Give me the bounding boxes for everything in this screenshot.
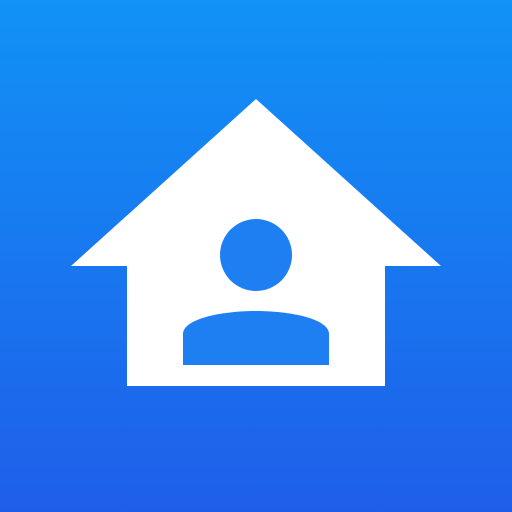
app-icon[interactable] [0,0,512,512]
person-body [183,311,329,365]
person-head [220,219,292,291]
house-with-person-icon [71,99,441,386]
